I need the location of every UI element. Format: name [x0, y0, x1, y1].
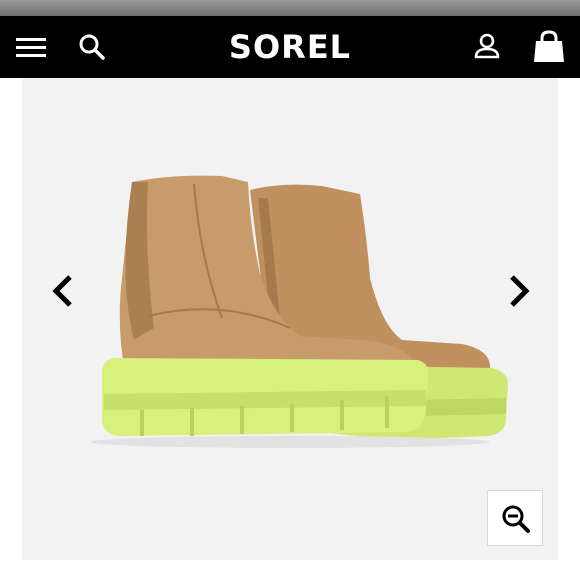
account-icon[interactable] [472, 31, 502, 61]
chevron-left-icon[interactable] [44, 271, 84, 311]
zoom-button[interactable] [487, 490, 543, 546]
search-icon[interactable] [78, 33, 106, 61]
bottom-strip [0, 560, 580, 580]
product-gallery [22, 78, 558, 560]
site-header: SOREL [0, 16, 580, 78]
product-image [90, 175, 508, 448]
zoom-in-icon [502, 505, 530, 533]
shopping-bag-icon[interactable] [530, 28, 568, 66]
menu-icon[interactable] [16, 38, 46, 58]
brand-logo[interactable]: SOREL [200, 29, 380, 65]
status-strip [0, 0, 580, 16]
chevron-right-icon[interactable] [498, 271, 538, 311]
